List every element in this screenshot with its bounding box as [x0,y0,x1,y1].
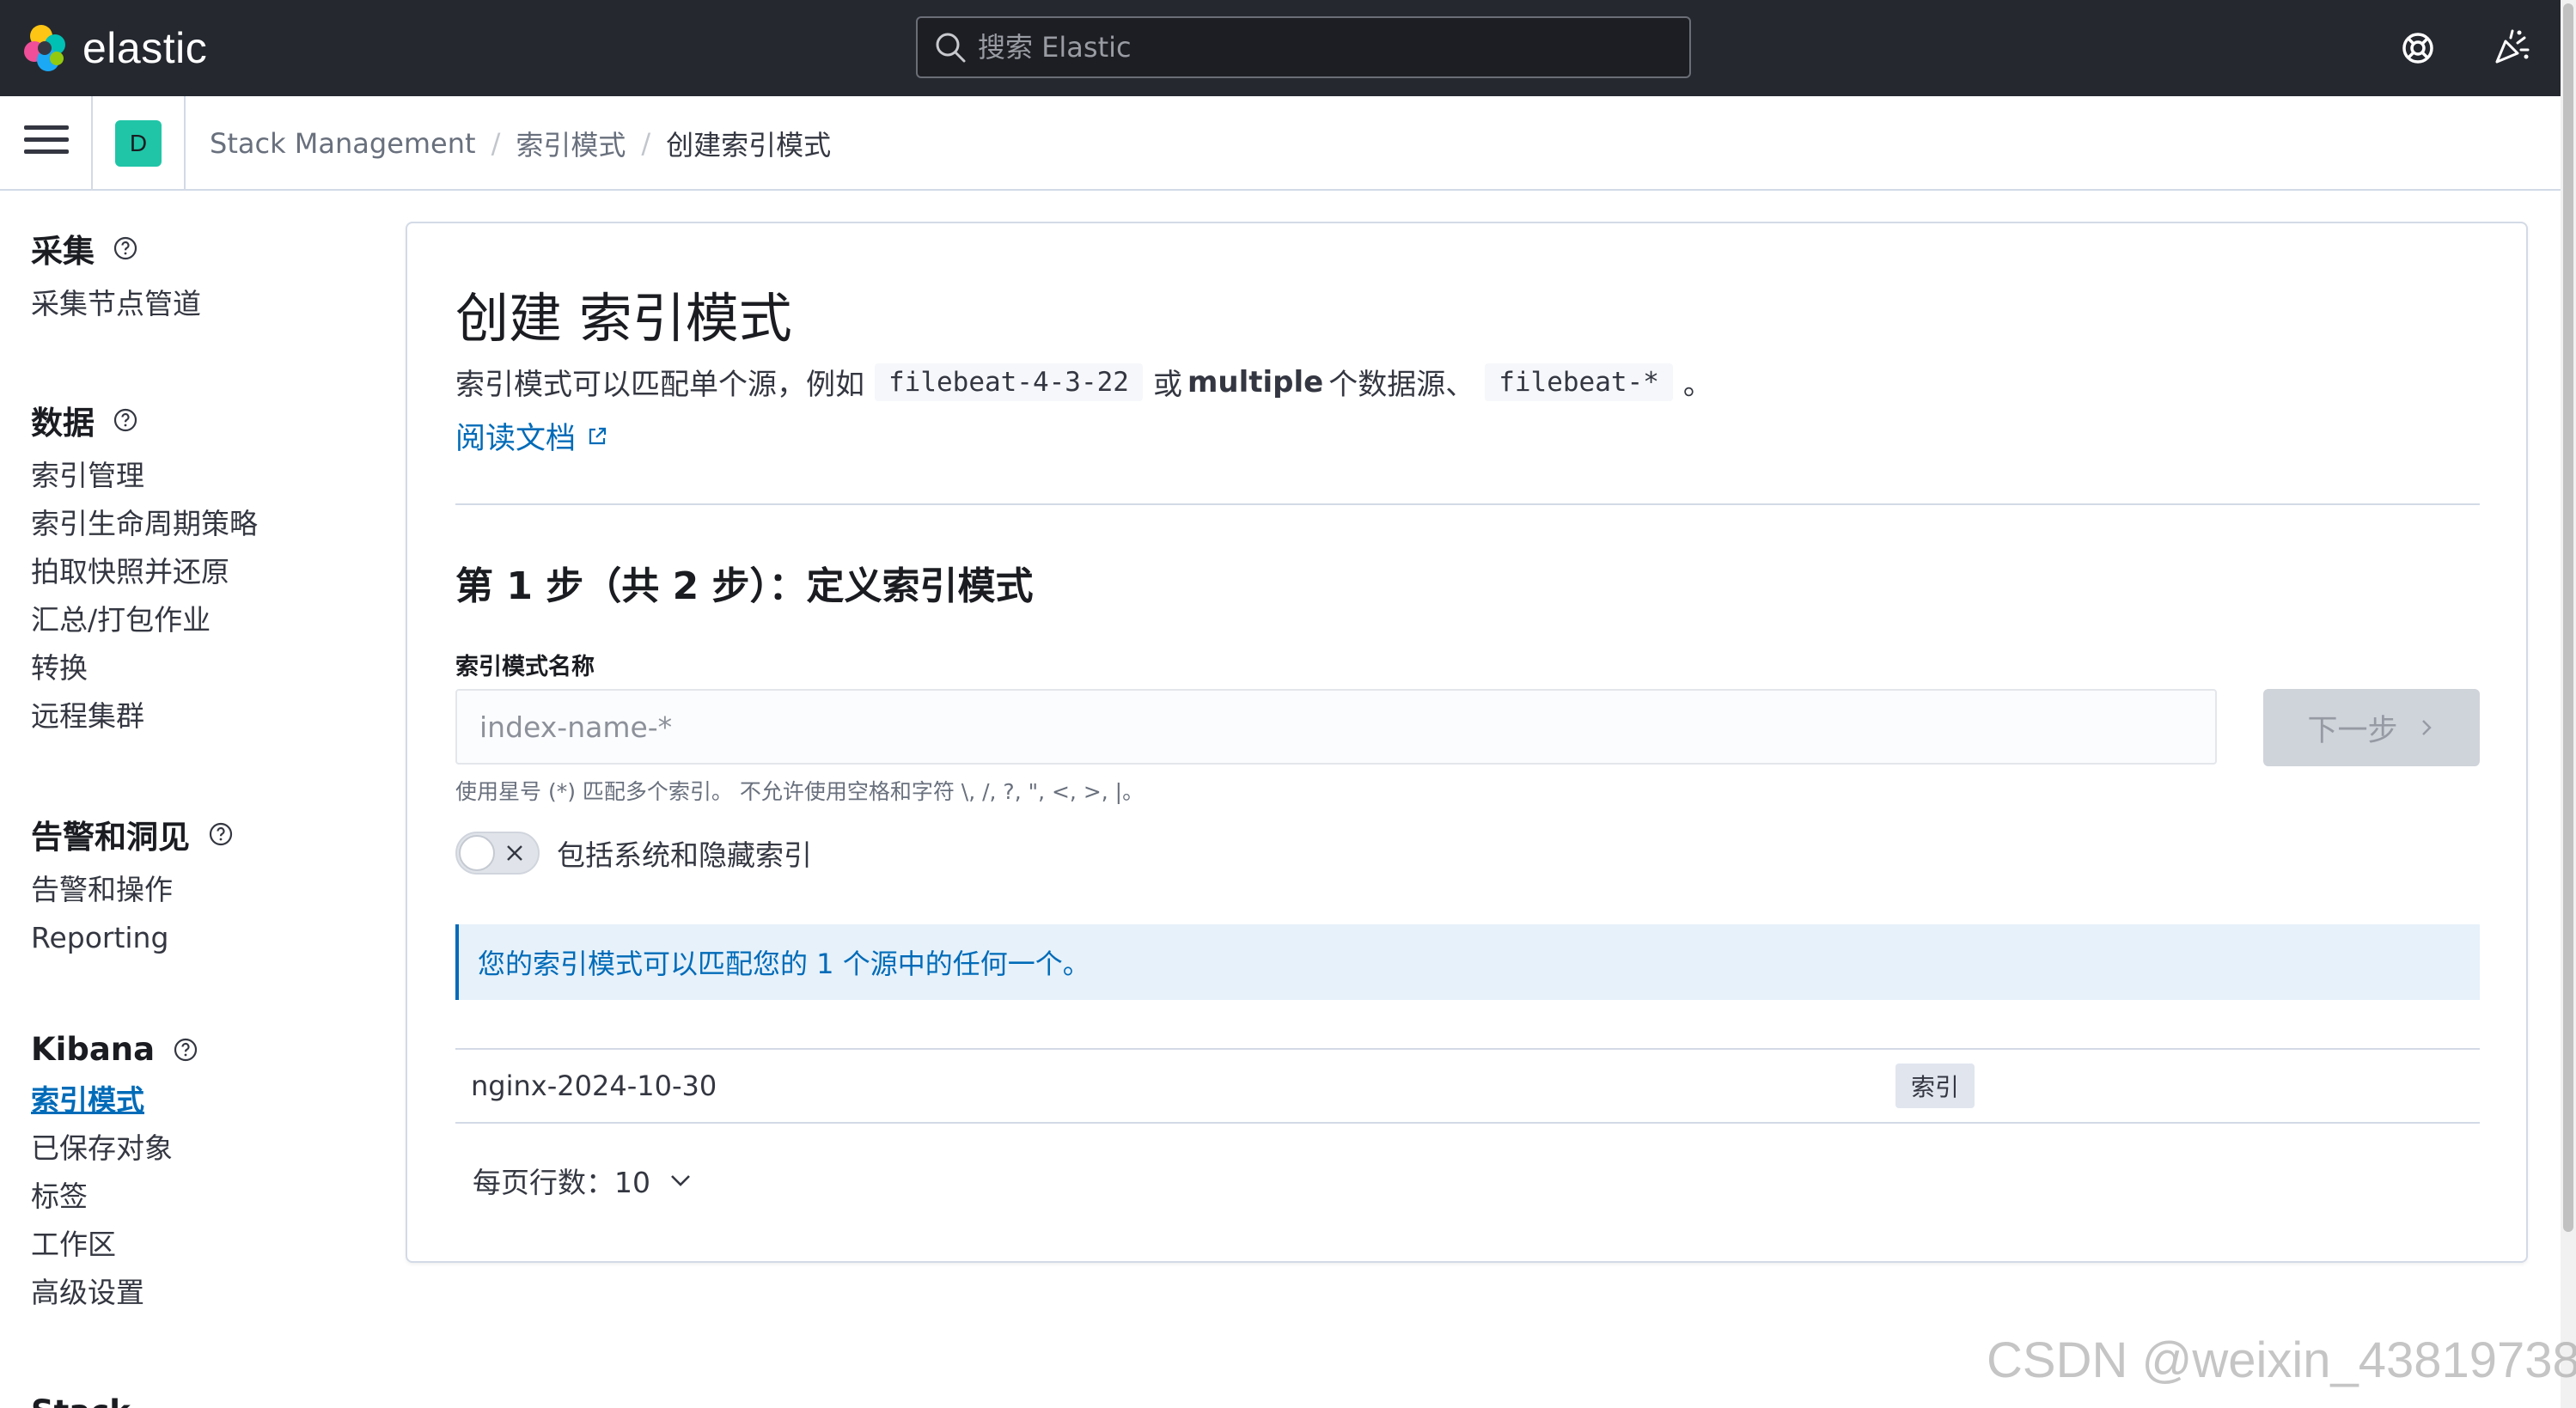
breadcrumb-separator: / [641,127,651,160]
help-icon[interactable] [172,1036,199,1064]
read-docs-link[interactable]: 阅读文档 [455,414,608,458]
table-row: nginx-2024-10-30 索引 [455,1050,2480,1124]
index-type-badge: 索引 [1895,1064,1975,1108]
divider [455,503,2480,505]
space-avatar[interactable]: D [115,120,162,167]
sidebar-group-data: 数据 索引管理 索引生命周期策略 拍取快照并还原 汇总/打包作业 转换 远程集群 [31,397,258,741]
help-icon[interactable] [112,235,139,262]
sidebar-item-spaces[interactable]: 工作区 [31,1221,199,1269]
description-text: 或 [1152,368,1182,402]
global-search[interactable] [916,16,1691,78]
divider [184,96,186,189]
scrollbar-thumb[interactable] [2563,3,2573,1232]
logo-text: elastic [82,24,208,72]
sidebar-group-kibana: Kibana 索引模式 已保存对象 标签 工作区 高级设置 [31,1031,199,1317]
include-hidden-label[interactable]: 包括系统和隐藏索引 [557,832,812,874]
page-scrollbar[interactable] [2561,0,2576,1408]
elastic-logo[interactable]: elastic [21,22,207,74]
breadcrumb-separator: / [491,127,501,160]
sidebar-group-title-partial: Stack [31,1393,131,1408]
sidebar-group-title: 采集 [31,233,95,270]
code-example: filebeat-* [1485,363,1673,401]
description-text: 。 [1682,368,1712,402]
breadcrumb: Stack Management / 索引模式 / 创建索引模式 [210,120,831,167]
search-icon [936,33,966,63]
sidebar-item-ingest-pipelines[interactable]: 采集节点管道 [31,280,201,328]
help-icon[interactable] [207,820,235,848]
rows-per-page-label: 每页行数：10 [473,1166,650,1199]
breadcrumb-current: 创建索引模式 [666,129,832,162]
sidebar-item-index-patterns[interactable]: 索引模式 [31,1076,199,1125]
watermark: CSDN @weixin_43819738 [1987,1332,2576,1388]
sidebar-item-index-management[interactable]: 索引管理 [31,452,258,500]
input-help-text: 使用星号 (*) 匹配多个索引。 不允许使用空格和字符 \, /, ?, ", … [455,779,1145,804]
chevron-right-icon [2421,720,2432,735]
management-sidebar: 采集 采集节点管道 数据 索引管理 索引生命周期策略 拍取快照并还原 汇总/打包… [0,191,404,1408]
next-step-label: 下一步 [2307,713,2398,748]
divider [91,96,93,189]
help-icon[interactable] [112,406,139,434]
index-pattern-name-input[interactable] [455,689,2217,765]
external-link-icon [589,427,607,444]
include-hidden-toggle-row: 包括系统和隐藏索引 [455,832,812,875]
index-name: nginx-2024-10-30 [471,1070,717,1102]
menu-toggle-button[interactable] [24,125,69,160]
code-example: filebeat-4-3-22 [875,363,1143,401]
newsfeed-cheer-icon[interactable] [2490,27,2531,69]
match-callout: 您的索引模式可以匹配您的 1 个源中的任何一个。 [455,924,2480,1000]
sidebar-item-snapshot-restore[interactable]: 拍取快照并还原 [31,548,258,596]
chevron-down-icon [671,1175,690,1186]
sidebar-group-alerts-insights: 告警和洞见 告警和操作 Reporting [31,811,235,962]
sidebar-item-rollup-jobs[interactable]: 汇总/打包作业 [31,596,258,644]
description-bold: multiple [1187,364,1324,399]
step-title: 第 1 步（共 2 步）：定义索引模式 [455,564,1034,608]
include-hidden-toggle[interactable] [455,832,540,875]
breadcrumb-index-patterns[interactable]: 索引模式 [516,124,626,163]
sidebar-group-title: 数据 [31,405,95,442]
read-docs-link-text: 阅读文档 [455,422,577,456]
sidebar-item-ilm-policies[interactable]: 索引生命周期策略 [31,500,258,548]
sidebar-item-alerts-actions[interactable]: 告警和操作 [31,866,235,914]
elastic-logo-icon [24,25,65,71]
sidebar-item-saved-objects[interactable]: 已保存对象 [31,1125,199,1173]
page-description: 索引模式可以匹配单个源，例如 filebeat-4-3-22 或 multipl… [455,361,1712,403]
index-pattern-name-label: 索引模式名称 [455,654,595,680]
top-header: elastic [0,0,2561,96]
rows-per-page-selector[interactable]: 每页行数：10 [473,1160,693,1201]
page-title: 创建 索引模式 [455,287,792,350]
breadcrumb-stack-management[interactable]: Stack Management [210,127,476,160]
description-text: 个数据源、 [1328,368,1475,402]
sidebar-group-title: Kibana [31,1031,156,1068]
close-icon [507,845,522,861]
toggle-knob [459,835,495,871]
search-input[interactable] [978,31,1682,64]
sidebar-group-ingest: 采集 采集节点管道 [31,225,201,328]
description-text: 索引模式可以匹配单个源，例如 [455,368,864,402]
sidebar-item-tags[interactable]: 标签 [31,1173,199,1221]
sidebar-item-remote-clusters[interactable]: 远程集群 [31,692,258,741]
sidebar-item-advanced-settings[interactable]: 高级设置 [31,1269,199,1317]
sidebar-item-transforms[interactable]: 转换 [31,644,258,692]
sidebar-item-reporting[interactable]: Reporting [31,914,235,962]
next-step-button[interactable]: 下一步 [2263,689,2480,766]
breadcrumb-bar: D Stack Management / 索引模式 / 创建索引模式 [0,96,2561,191]
sidebar-group-title: 告警和洞见 [31,819,190,856]
create-index-pattern-panel: 创建 索引模式 索引模式可以匹配单个源，例如 filebeat-4-3-22 或… [406,222,2528,1263]
help-lifebuoy-icon[interactable] [2397,27,2439,69]
